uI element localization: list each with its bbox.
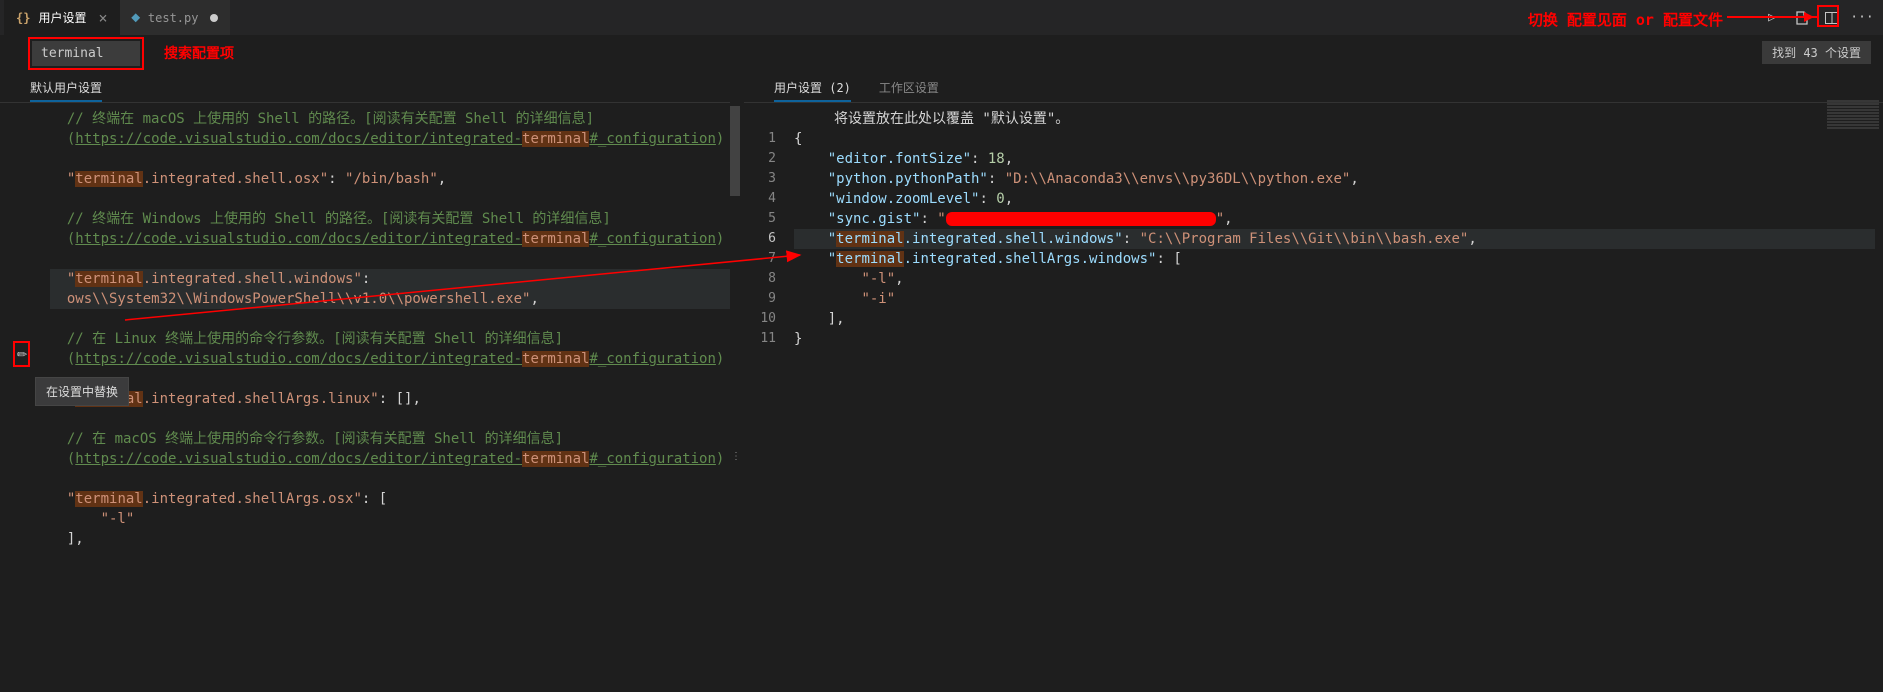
tab-user-settings-2[interactable]: 用户设置 (2)	[774, 75, 851, 102]
scrollbar[interactable]	[730, 101, 740, 692]
settings-columns: 默认用户设置 ✎ 在设置中替换 // 终端在 macOS 上使用的 Shell …	[0, 71, 1883, 692]
settings-search-input[interactable]	[32, 41, 140, 66]
tab-default-user-settings[interactable]: 默认用户设置	[30, 75, 102, 102]
results-count: 找到 43 个设置	[1762, 41, 1871, 64]
tab-workspace-settings[interactable]: 工作区设置	[879, 75, 939, 102]
minimap[interactable]	[1823, 99, 1883, 249]
dirty-dot-icon	[210, 14, 218, 22]
annotation-arrow	[1727, 16, 1817, 18]
right-column-tabs: 用户设置 (2) 工作区设置	[744, 71, 1883, 103]
user-settings-code: 将设置放在此处以覆盖 "默认设置"。{ "editor.fontSize": 1…	[794, 109, 1883, 686]
settings-search-row: 搜索配置项 找到 43 个设置	[0, 35, 1883, 71]
annotation-search-text: 搜索配置项	[164, 43, 234, 63]
python-icon: ⬥	[132, 10, 140, 25]
close-icon[interactable]: ×	[98, 9, 107, 27]
sash-handle-icon[interactable]: ⋮	[730, 450, 742, 462]
tab-user-settings[interactable]: {} 用户设置 ×	[4, 0, 120, 35]
annotation-box-top	[1817, 5, 1839, 27]
more-icon[interactable]: ···	[1853, 9, 1871, 27]
tab-label: 用户设置	[38, 9, 86, 26]
user-settings-pane: 用户设置 (2) 工作区设置 1234567891011 将设置放在此处以覆盖 …	[744, 71, 1883, 692]
annotation-top-text: 切换 配置见面 or 配置文件	[1528, 9, 1723, 30]
tab-test-py[interactable]: ⬥ test.py	[120, 0, 231, 35]
user-settings-editor[interactable]: 1234567891011 将设置放在此处以覆盖 "默认设置"。{ "edito…	[744, 103, 1883, 692]
tab-label: test.py	[148, 11, 199, 25]
default-settings-pane: 默认用户设置 ✎ 在设置中替换 // 终端在 macOS 上使用的 Shell …	[0, 71, 740, 692]
line-number-gutter: 1234567891011	[744, 109, 794, 686]
scrollbar-thumb[interactable]	[730, 106, 740, 196]
annotation-box-search	[28, 37, 144, 70]
edit-tooltip: 在设置中替换	[35, 377, 129, 406]
braces-icon: {}	[16, 11, 30, 25]
left-column-tabs: 默认用户设置	[0, 71, 740, 103]
